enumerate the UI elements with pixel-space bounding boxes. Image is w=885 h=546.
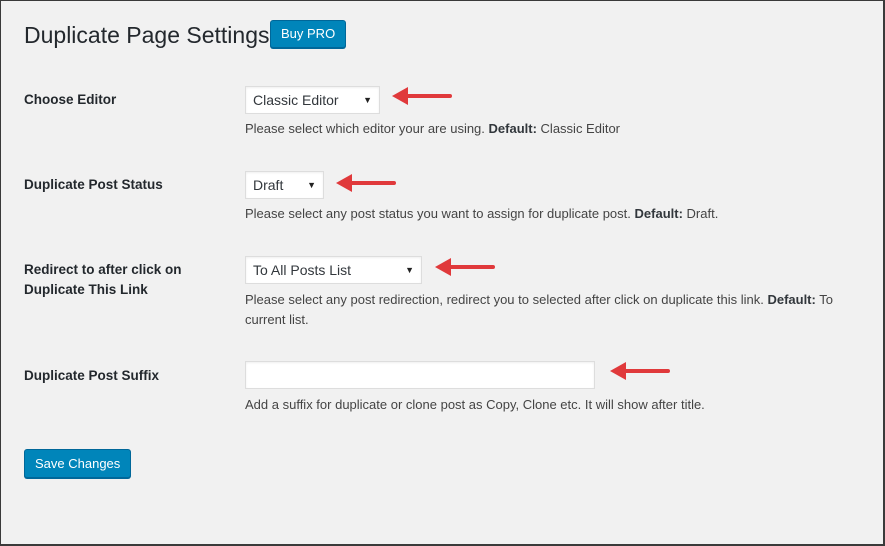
red-arrow-left-icon	[392, 87, 452, 105]
redirect-label: Redirect to after click on Duplicate Thi…	[24, 260, 182, 300]
red-arrow-left-icon	[435, 258, 495, 276]
post-status-value: Draft	[253, 177, 284, 193]
page-title: Duplicate Page Settings	[24, 22, 270, 48]
save-changes-button[interactable]: Save Changes	[24, 449, 132, 478]
redirect-value: To All Posts List	[253, 262, 352, 278]
post-status-select[interactable]: Draft ▼	[245, 171, 324, 199]
redirect-select[interactable]: To All Posts List ▼	[245, 256, 422, 284]
suffix-input[interactable]	[245, 361, 595, 389]
suffix-label: Duplicate Post Suffix	[24, 368, 160, 383]
choose-editor-description: Please select which editor your are usin…	[245, 121, 621, 136]
post-status-description: Please select any post status you want t…	[245, 206, 719, 221]
redirect-label-line1: Redirect to after click on	[24, 262, 182, 277]
buy-pro-button[interactable]: Buy PRO	[270, 20, 347, 48]
chevron-down-icon: ▼	[307, 180, 316, 190]
red-arrow-left-icon	[336, 174, 396, 192]
suffix-description: Add a suffix for duplicate or clone post…	[245, 397, 705, 412]
post-status-label: Duplicate Post Status	[24, 177, 163, 192]
chevron-down-icon: ▼	[405, 265, 414, 275]
choose-editor-value: Classic Editor	[253, 92, 339, 108]
chevron-down-icon: ▼	[363, 95, 372, 105]
redirect-description: Please select any post redirection, redi…	[245, 292, 833, 327]
choose-editor-label: Choose Editor	[24, 92, 117, 107]
redirect-label-line2: Duplicate This Link	[24, 282, 148, 297]
red-arrow-left-icon	[610, 362, 670, 380]
choose-editor-select[interactable]: Classic Editor ▼	[245, 86, 380, 114]
